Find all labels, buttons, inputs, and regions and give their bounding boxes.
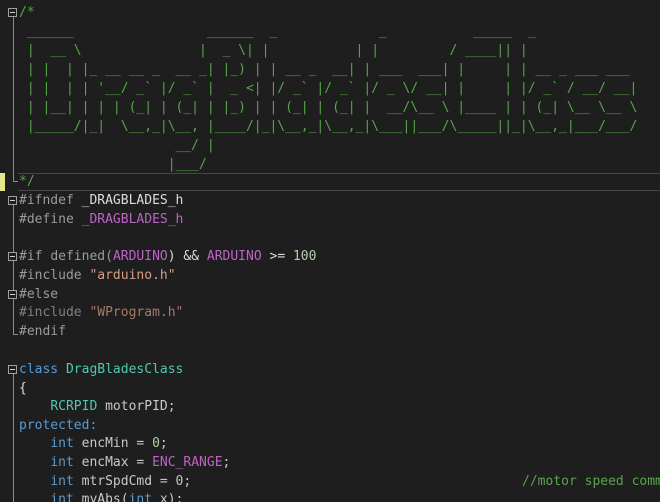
open-brace: { [19,381,27,396]
defined-keyword: defined( [50,249,113,264]
endif-line[interactable]: #endif [19,323,66,341]
member-name: motorPID; [105,399,176,414]
member-text: mtrSpdCmd = [81,474,176,489]
inactive-include-line[interactable]: #include "WProgram.h" [19,304,183,322]
preprocessor-directive: #include [19,305,82,320]
fold-guide [13,374,14,502]
collapse-box-icon[interactable] [8,252,17,261]
number-literal: 0 [152,436,160,451]
macro-name: ENC_RANGE [152,455,223,470]
preprocessor-directive: #include [19,268,82,283]
preprocessor-directive: #else [19,287,59,302]
member-declaration-line[interactable]: int encMax = ENC_RANGE; [19,454,230,472]
ascii-art-line: ______ ______ _ _ _____ _ [19,24,536,39]
member-text: encMin = [81,436,153,451]
include-guard-name: _DRAGBLADES_h [81,193,184,208]
member-text: myAbs( [81,492,129,502]
member-declaration-line[interactable]: int encMin = 0; [19,435,168,453]
trailing-comment: //motor speed comm [522,474,660,489]
open-brace-line[interactable]: { [19,380,27,398]
semicolon: ; [183,474,192,489]
semicolon: ; [159,436,168,451]
class-name: DragBladesClass [65,362,184,377]
class-declaration-line[interactable]: class DragBladesClass [19,361,183,379]
number-literal: 100 [292,249,317,264]
collapse-box-icon[interactable] [8,8,17,17]
preprocessor-directive: #if [19,249,43,264]
type-keyword: int [50,455,74,470]
ascii-art-line: __/ | [19,138,215,153]
macro-name: ARDUINO [112,249,168,264]
include-line[interactable]: #include "arduino.h" [19,267,176,285]
ascii-art-line: |_____/|_| \__,_|\__, |____/|_|\__,_|\__… [19,119,638,134]
ifndef-line[interactable]: #ifndef _DRAGBLADES_h [19,192,183,210]
type-keyword: int [128,492,153,502]
macro-name: _DRAGBLADES_h [81,212,184,227]
collapse-box-icon[interactable] [8,290,17,299]
ascii-art-line: |___/ [19,157,207,172]
member-text: encMax = [81,455,153,470]
member-declaration-line[interactable]: int myAbs(int x); [19,491,183,502]
semicolon: ; [222,455,231,470]
comment-close: */ [19,174,35,189]
current-line-highlight [18,173,660,191]
include-file-string: "WProgram.h" [89,305,184,320]
change-marker [0,173,5,191]
fold-end-tick [13,334,18,335]
macro-name: ARDUINO [206,249,262,264]
operator-text: ) && [167,249,207,264]
fold-guide [13,17,14,181]
member-declaration-line[interactable]: RCRPID motorPID; [19,398,176,416]
type-keyword: int [50,474,74,489]
ascii-art-line: | |__| | | | (_| | (_| | |_) | | (_| | (… [19,100,638,115]
type-name: RCRPID [50,399,98,414]
ascii-art-line: | __ \ | _ \| | | | / ____|| | [19,43,528,58]
member-text: x); [152,492,184,502]
comment-open: /* [19,5,35,20]
protected-keyword: protected: [19,418,98,433]
include-file-string: "arduino.h" [89,268,176,283]
code-editor[interactable]: /* ______ ______ _ _ _____ _ | __ \ | _ … [0,0,660,502]
if-line[interactable]: #if defined(ARDUINO) && ARDUINO >= 100 [19,248,316,266]
class-keyword: class [19,362,59,377]
fold-guide [13,205,14,335]
define-line[interactable]: #define _DRAGBLADES_h [19,211,183,229]
type-keyword: int [50,436,74,451]
ascii-art-line: | | | |_ __ __ _ __ _| |_) | | __ _ __| … [19,62,630,77]
preprocessor-directive: #ifndef [19,193,74,208]
operator-text: >= [261,249,293,264]
access-specifier-line[interactable]: protected: [19,417,97,435]
member-declaration-line[interactable]: int mtrSpdCmd = 0; [19,473,191,491]
collapse-box-icon[interactable] [8,196,17,205]
ascii-art-line: | | | | '__/ _` |/ _` | _ <| |/ _` |/ _`… [19,81,638,96]
type-keyword: int [50,492,74,502]
collapse-box-icon[interactable] [8,365,17,374]
preprocessor-directive: #endif [19,324,66,339]
else-line[interactable]: #else [19,286,58,304]
preprocessor-directive: #define [19,212,74,227]
